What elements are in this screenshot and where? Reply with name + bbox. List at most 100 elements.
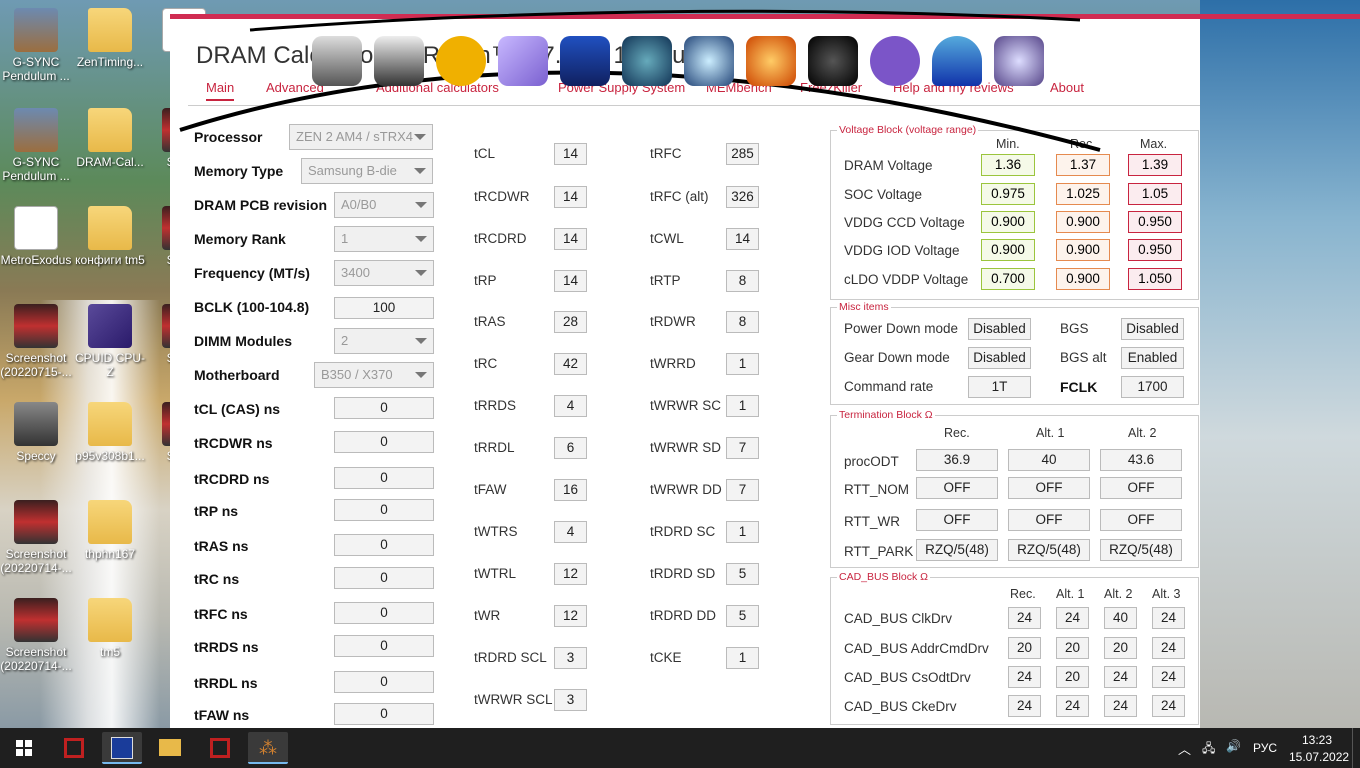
taskbar-app-dram-calculator[interactable] bbox=[102, 732, 142, 764]
termination-field[interactable]: OFF bbox=[1100, 509, 1182, 531]
orb-icon[interactable] bbox=[684, 36, 734, 86]
voltage-max-field[interactable]: 1.05 bbox=[1128, 183, 1182, 205]
timing-input[interactable]: 285 bbox=[726, 143, 759, 165]
timing-input[interactable]: 14 bbox=[726, 228, 759, 250]
taskbar-app-afterburner[interactable]: ⁂ bbox=[248, 732, 288, 764]
desktop-icon[interactable]: tm5 bbox=[74, 598, 146, 659]
termination-field[interactable]: OFF bbox=[1100, 477, 1182, 499]
termination-field[interactable]: OFF bbox=[1008, 509, 1090, 531]
frequency-select[interactable]: 3400 bbox=[334, 260, 434, 286]
desktop-icon[interactable]: конфиги tm5 bbox=[74, 206, 146, 267]
firefox-icon[interactable] bbox=[746, 36, 796, 86]
cad-field[interactable]: 24 bbox=[1152, 607, 1185, 629]
ns-field-input[interactable]: 0 bbox=[334, 397, 434, 419]
termination-field[interactable]: 36.9 bbox=[916, 449, 998, 471]
cad-field[interactable]: 20 bbox=[1056, 637, 1089, 659]
desktop-icon[interactable]: thphn167 bbox=[74, 500, 146, 561]
timing-input[interactable]: 3 bbox=[554, 689, 587, 711]
bgs-field[interactable]: Disabled bbox=[1121, 318, 1184, 340]
cad-field[interactable]: 40 bbox=[1104, 607, 1137, 629]
voltage-min-field[interactable]: 0.975 bbox=[981, 183, 1035, 205]
memory-rank-select[interactable]: 1 bbox=[334, 226, 434, 252]
voltage-min-field[interactable]: 0.900 bbox=[981, 239, 1035, 261]
cad-field[interactable]: 24 bbox=[1152, 666, 1185, 688]
desktop-icon[interactable]: DRAM-Cal... bbox=[74, 108, 146, 169]
ns-field-input[interactable]: 0 bbox=[334, 703, 434, 725]
desktop-icon[interactable]: G-SYNC Pendulum ... bbox=[0, 108, 72, 183]
bgs-alt-field[interactable]: Enabled bbox=[1121, 347, 1184, 369]
clock-time[interactable]: 13:23 bbox=[1302, 733, 1332, 747]
timing-input[interactable]: 326 bbox=[726, 186, 759, 208]
fclk-field[interactable]: 1700 bbox=[1121, 376, 1184, 398]
timing-input[interactable]: 1 bbox=[726, 647, 759, 669]
desktop-icon[interactable]: Screenshot (20220715-... bbox=[0, 304, 72, 379]
gear-down-field[interactable]: Disabled bbox=[968, 347, 1031, 369]
ns-field-input[interactable]: 0 bbox=[334, 431, 434, 453]
cad-field[interactable]: 24 bbox=[1056, 695, 1089, 717]
play-icon[interactable] bbox=[498, 36, 548, 86]
cad-field[interactable]: 24 bbox=[1104, 695, 1137, 717]
gear-disk-icon[interactable] bbox=[374, 36, 424, 86]
termination-field[interactable]: OFF bbox=[1008, 477, 1090, 499]
timing-input[interactable]: 42 bbox=[554, 353, 587, 375]
desktop-icon[interactable]: CPUID CPU-Z bbox=[74, 304, 146, 379]
aimp-icon[interactable] bbox=[436, 36, 486, 86]
cad-field[interactable]: 24 bbox=[1104, 666, 1137, 688]
network-icon[interactable]: 🖧 bbox=[1202, 739, 1215, 760]
torrent-icon[interactable] bbox=[994, 36, 1044, 86]
tray-chevron-up-icon[interactable]: ︿ bbox=[1178, 739, 1191, 758]
cad-field[interactable]: 20 bbox=[1008, 637, 1041, 659]
cad-field[interactable]: 20 bbox=[1104, 637, 1137, 659]
termination-field[interactable]: RZQ/5(48) bbox=[1008, 539, 1090, 561]
voltage-rec-field[interactable]: 0.900 bbox=[1056, 211, 1110, 233]
computer-icon[interactable] bbox=[312, 36, 362, 86]
ns-field-input[interactable]: 0 bbox=[334, 671, 434, 693]
taskbar-app-ryzen[interactable] bbox=[200, 732, 240, 764]
save-disk-icon[interactable] bbox=[560, 36, 610, 86]
desktop-icon[interactable]: p95v308b1... bbox=[74, 402, 146, 463]
volume-icon[interactable]: 🔊 bbox=[1226, 739, 1241, 753]
camera-icon[interactable] bbox=[808, 36, 858, 86]
processor-select[interactable]: ZEN 2 AM4 / sTRX4 bbox=[289, 124, 433, 150]
timing-input[interactable]: 4 bbox=[554, 395, 587, 417]
termination-field[interactable]: RZQ/5(48) bbox=[1100, 539, 1182, 561]
ns-field-input[interactable]: 0 bbox=[334, 602, 434, 624]
cad-field[interactable]: 24 bbox=[1056, 607, 1089, 629]
voltage-max-field[interactable]: 0.950 bbox=[1128, 211, 1182, 233]
timing-input[interactable]: 1 bbox=[726, 521, 759, 543]
timing-input[interactable]: 14 bbox=[554, 186, 587, 208]
termination-field[interactable]: RZQ/5(48) bbox=[916, 539, 998, 561]
termination-field[interactable]: OFF bbox=[916, 477, 998, 499]
timing-input[interactable]: 12 bbox=[554, 605, 587, 627]
timing-input[interactable]: 3 bbox=[554, 647, 587, 669]
desktop-icon[interactable]: ZenTiming... bbox=[74, 8, 146, 69]
desktop-icon[interactable]: Speccy bbox=[0, 402, 72, 463]
cad-field[interactable]: 24 bbox=[1152, 637, 1185, 659]
voltage-rec-field[interactable]: 0.900 bbox=[1056, 268, 1110, 290]
voltage-max-field[interactable]: 1.050 bbox=[1128, 268, 1182, 290]
timing-input[interactable]: 14 bbox=[554, 228, 587, 250]
cad-field[interactable]: 24 bbox=[1008, 666, 1041, 688]
desktop-icon[interactable]: MetroExodus bbox=[0, 206, 72, 267]
voltage-min-field[interactable]: 1.36 bbox=[981, 154, 1035, 176]
timing-input[interactable]: 7 bbox=[726, 479, 759, 501]
voltage-rec-field[interactable]: 0.900 bbox=[1056, 239, 1110, 261]
ns-field-input[interactable]: 0 bbox=[334, 467, 434, 489]
language-indicator[interactable]: РУС bbox=[1253, 741, 1277, 755]
timing-input[interactable]: 28 bbox=[554, 311, 587, 333]
viber-icon[interactable] bbox=[870, 36, 920, 86]
ns-field-input[interactable]: 0 bbox=[334, 534, 434, 556]
pcb-revision-select[interactable]: A0/B0 bbox=[334, 192, 434, 218]
termination-field[interactable]: 40 bbox=[1008, 449, 1090, 471]
motherboard-select[interactable]: B350 / X370 bbox=[314, 362, 434, 388]
taskbar-app-explorer[interactable] bbox=[150, 732, 190, 764]
cad-field[interactable]: 24 bbox=[1152, 695, 1185, 717]
timing-input[interactable]: 8 bbox=[726, 270, 759, 292]
windows-start-button[interactable] bbox=[4, 732, 44, 764]
timing-input[interactable]: 16 bbox=[554, 479, 587, 501]
termination-field[interactable]: OFF bbox=[916, 509, 998, 531]
memory-type-select[interactable]: Samsung B-die bbox=[301, 158, 433, 184]
desktop-icon[interactable]: Screenshot (20220714-... bbox=[0, 500, 72, 575]
timing-input[interactable]: 1 bbox=[726, 395, 759, 417]
voltage-max-field[interactable]: 1.39 bbox=[1128, 154, 1182, 176]
